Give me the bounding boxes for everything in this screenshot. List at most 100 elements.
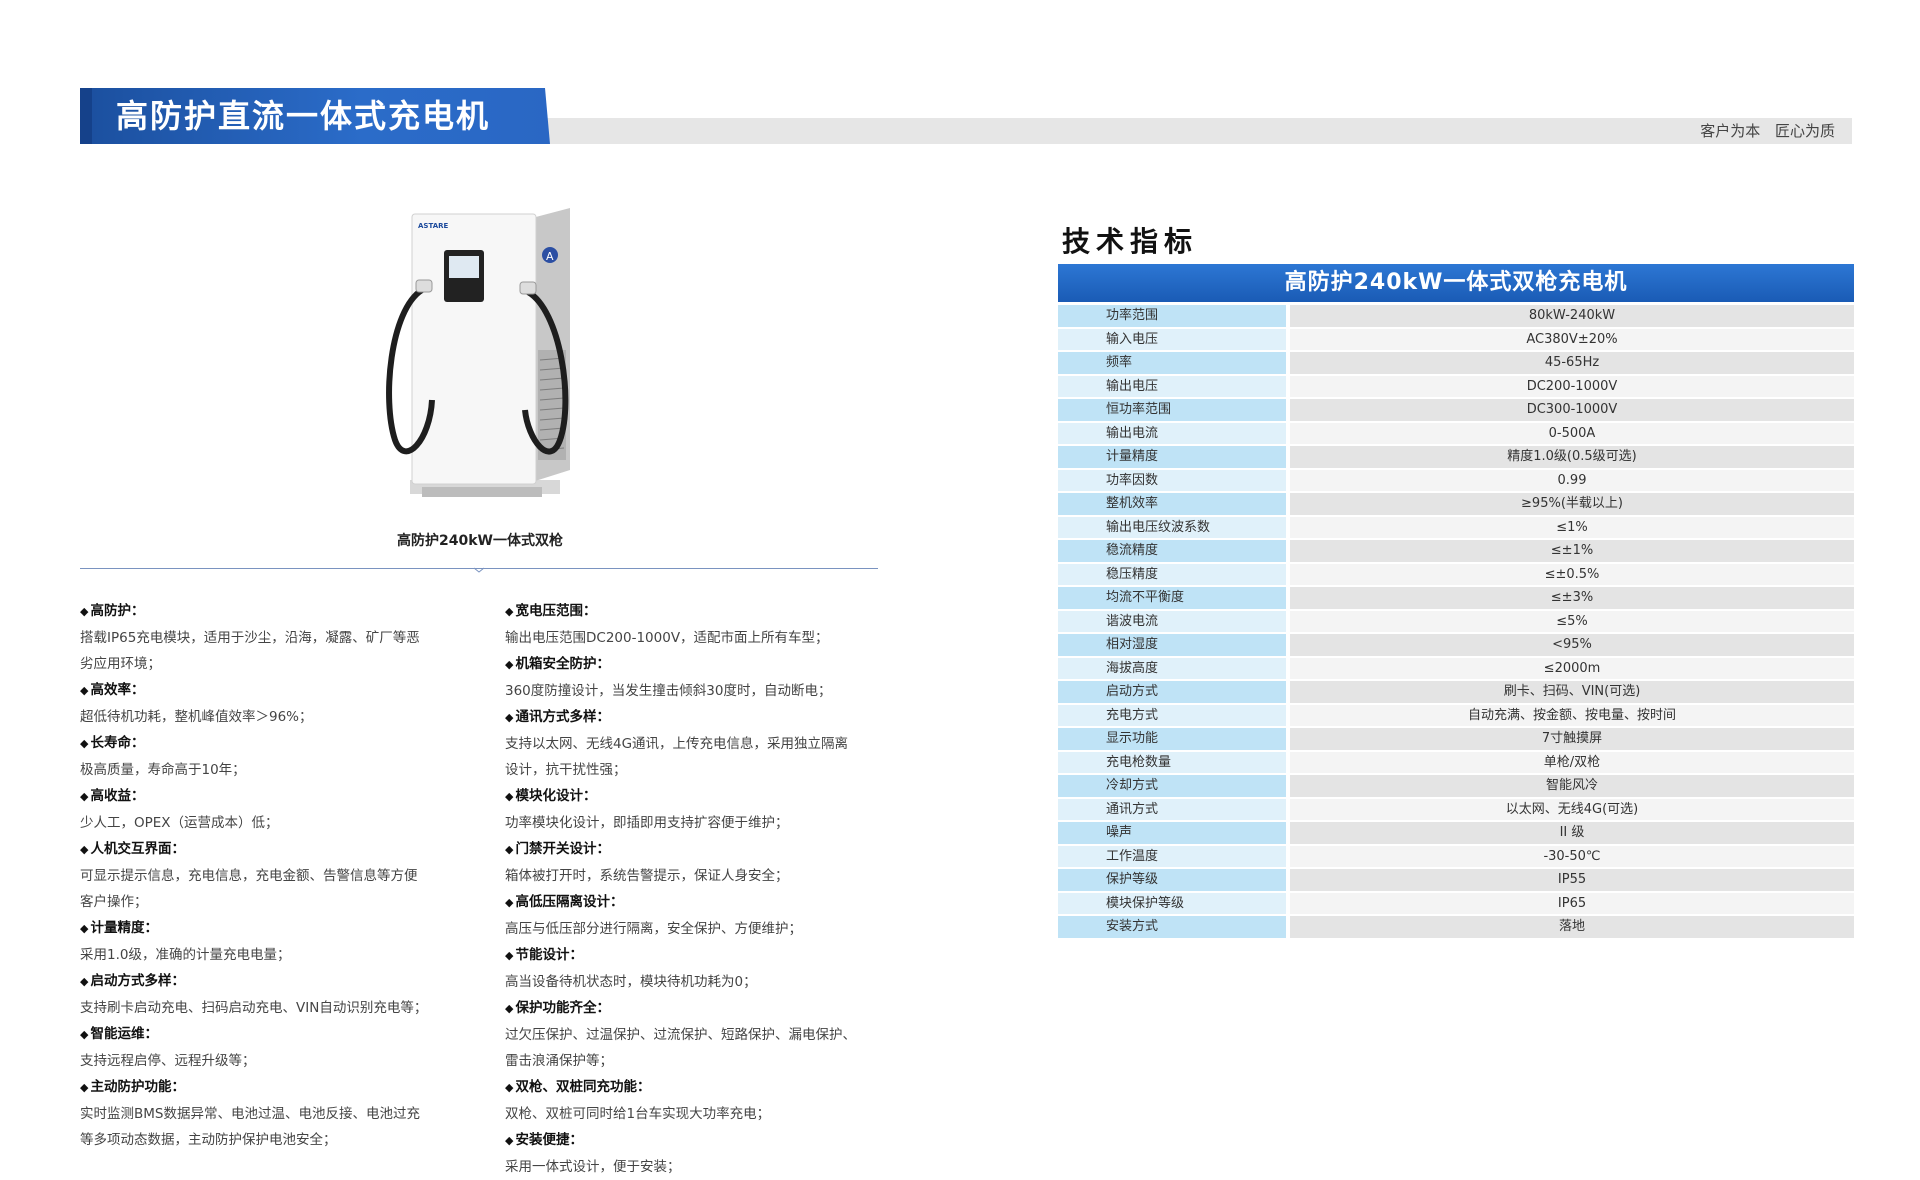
spec-row: 计量精度 精度1.0级(0.5级可选) <box>1058 446 1854 468</box>
svg-text:A: A <box>546 250 554 263</box>
divider-notch-icon <box>474 567 484 573</box>
feature-title: 门禁开关设计： <box>505 836 895 863</box>
spec-value: ≤±3% <box>1290 587 1854 609</box>
feature-title: 启动方式多样： <box>80 968 460 995</box>
feature-desc: 实时监测BMS数据异常、电池过温、电池反接、电池过充 <box>80 1106 420 1122</box>
spec-value: 自动充满、按金额、按电量、按时间 <box>1290 704 1854 726</box>
spec-value: <95% <box>1290 634 1854 656</box>
spec-key: 通讯方式 <box>1058 798 1286 820</box>
feature-title: 主动防护功能： <box>80 1074 460 1101</box>
feature-item: 计量精度： 采用1.0级，准确的计量充电电量； <box>80 915 460 968</box>
spec-key: 模块保护等级 <box>1058 892 1286 914</box>
spec-value: 精度1.0级(0.5级可选) <box>1290 446 1854 468</box>
spec-row: 显示功能 7寸触摸屏 <box>1058 728 1854 750</box>
feature-item: 高防护： 搭载IP65充电模块，适用于沙尘，沿海，凝露、矿厂等恶劣应用环境； <box>80 598 460 677</box>
feature-desc: 高当设备待机状态时，模块待机功耗为0； <box>505 974 757 990</box>
feature-title: 长寿命： <box>80 730 460 757</box>
spec-key: 工作温度 <box>1058 845 1286 867</box>
spec-row: 输入电压 AC380V±20% <box>1058 328 1854 350</box>
feature-item: 主动防护功能： 实时监测BMS数据异常、电池过温、电池反接、电池过充等多项动态数据… <box>80 1074 460 1153</box>
feature-desc: 箱体被打开时，系统告警提示，保证人身安全； <box>505 868 789 884</box>
feature-item: 节能设计： 高当设备待机状态时，模块待机功耗为0； <box>505 942 895 995</box>
feature-title: 高防护： <box>80 598 460 625</box>
spec-value: 刷卡、扫码、VIN(可选) <box>1290 681 1854 703</box>
spec-row: 启动方式 刷卡、扫码、VIN(可选) <box>1058 681 1854 703</box>
spec-row: 工作温度 -30-50℃ <box>1058 845 1854 867</box>
spec-value: ≤1% <box>1290 516 1854 538</box>
feature-item: 安装便捷： 采用一体式设计，便于安装； <box>505 1127 895 1180</box>
spec-row: 充电枪数量 单枪/双枪 <box>1058 751 1854 773</box>
feature-title: 高效率： <box>80 677 460 704</box>
spec-value: 落地 <box>1290 916 1854 938</box>
spec-value: 80kW-240kW <box>1290 305 1854 327</box>
feature-desc: 过欠压保护、过温保护、过流保护、短路保护、漏电保护、 <box>505 1027 856 1043</box>
spec-value: IP65 <box>1290 892 1854 914</box>
spec-key: 充电枪数量 <box>1058 751 1286 773</box>
feature-title: 节能设计： <box>505 942 895 969</box>
feature-title: 计量精度： <box>80 915 460 942</box>
feature-item: 模块化设计： 功率模块化设计，即插即用支持扩容便于维护； <box>505 783 895 836</box>
spec-key: 功率因数 <box>1058 469 1286 491</box>
spec-value: 7寸触摸屏 <box>1290 728 1854 750</box>
feature-desc: 360度防撞设计，当发生撞击倾斜30度时，自动断电； <box>505 683 832 699</box>
spec-value: 智能风冷 <box>1290 775 1854 797</box>
feature-title: 模块化设计： <box>505 783 895 810</box>
spec-key: 海拔高度 <box>1058 657 1286 679</box>
feature-item: 长寿命： 极高质量，寿命高于10年； <box>80 730 460 783</box>
feature-desc: 高压与低压部分进行隔离，安全保护、方便维护； <box>505 921 802 937</box>
features-left: 高防护： 搭载IP65充电模块，适用于沙尘，沿海，凝露、矿厂等恶劣应用环境； 高效率… <box>80 598 460 1153</box>
feature-item: 高收益： 少人工，OPEX（运营成本）低； <box>80 783 460 836</box>
spec-row: 输出电压 DC200-1000V <box>1058 375 1854 397</box>
spec-key: 频率 <box>1058 352 1286 374</box>
spec-key: 恒功率范围 <box>1058 399 1286 421</box>
feature-title: 机箱安全防护： <box>505 651 895 678</box>
feature-title: 安装便捷： <box>505 1127 895 1154</box>
feature-title: 高低压隔离设计： <box>505 889 895 916</box>
feature-desc: 搭载IP65充电模块，适用于沙尘，沿海，凝露、矿厂等恶 <box>80 630 420 646</box>
spec-key: 功率范围 <box>1058 305 1286 327</box>
spec-row: 通讯方式 以太网、无线4G(可选) <box>1058 798 1854 820</box>
spec-key: 保护等级 <box>1058 869 1286 891</box>
spec-key: 输出电压 <box>1058 375 1286 397</box>
spec-value: 单枪/双枪 <box>1290 751 1854 773</box>
feature-desc: 支持以太网、无线4G通讯，上传充电信息，采用独立隔离 <box>505 736 849 752</box>
spec-value: DC300-1000V <box>1290 399 1854 421</box>
feature-title: 宽电压范围： <box>505 598 895 625</box>
feature-item: 宽电压范围： 输出电压范围DC200-1000V，适配市面上所有车型； <box>505 598 895 651</box>
spec-key: 谐波电流 <box>1058 610 1286 632</box>
feature-desc: 超低待机功耗，整机峰值效率＞96%； <box>80 709 313 725</box>
feature-desc: 客户操作； <box>80 894 148 910</box>
spec-key: 充电方式 <box>1058 704 1286 726</box>
spec-value: DC200-1000V <box>1290 375 1854 397</box>
feature-desc: 功率模块化设计，即插即用支持扩容便于维护； <box>505 815 789 831</box>
spec-heading: 技术指标 <box>1062 225 1199 258</box>
spec-row: 相对湿度 <95% <box>1058 634 1854 656</box>
spec-row: 谐波电流 ≤5% <box>1058 610 1854 632</box>
feature-desc: 采用1.0级，准确的计量充电电量； <box>80 947 291 963</box>
spec-value: 0.99 <box>1290 469 1854 491</box>
charger-image: A ASTARE <box>386 208 570 497</box>
spec-row: 输出电流 0-500A <box>1058 422 1854 444</box>
feature-desc: 设计，抗干扰性强； <box>505 762 627 778</box>
feature-desc: 支持远程启停、远程升级等； <box>80 1053 256 1069</box>
spec-value: -30-50℃ <box>1290 845 1854 867</box>
spec-value: ≤5% <box>1290 610 1854 632</box>
spec-row: 均流不平衡度 ≤±3% <box>1058 587 1854 609</box>
spec-row: 安装方式 落地 <box>1058 916 1854 938</box>
spec-key: 安装方式 <box>1058 916 1286 938</box>
feature-item: 机箱安全防护： 360度防撞设计，当发生撞击倾斜30度时，自动断电； <box>505 651 895 704</box>
header-bar <box>540 118 1852 144</box>
spec-value: 0-500A <box>1290 422 1854 444</box>
spec-value: ≤2000m <box>1290 657 1854 679</box>
spec-key: 计量精度 <box>1058 446 1286 468</box>
spec-value: IP55 <box>1290 869 1854 891</box>
spec-row: 整机效率 ≥95%(半载以上) <box>1058 493 1854 515</box>
feature-title: 通讯方式多样： <box>505 704 895 731</box>
feature-item: 高效率： 超低待机功耗，整机峰值效率＞96%； <box>80 677 460 730</box>
spec-key: 启动方式 <box>1058 681 1286 703</box>
spec-row: 稳压精度 ≤±0.5% <box>1058 563 1854 585</box>
feature-desc: 采用一体式设计，便于安装； <box>505 1159 681 1175</box>
feature-desc: 等多项动态数据，主动防护保护电池安全； <box>80 1132 337 1148</box>
feature-item: 智能运维： 支持远程启停、远程升级等； <box>80 1021 460 1074</box>
spec-row: 冷却方式 智能风冷 <box>1058 775 1854 797</box>
